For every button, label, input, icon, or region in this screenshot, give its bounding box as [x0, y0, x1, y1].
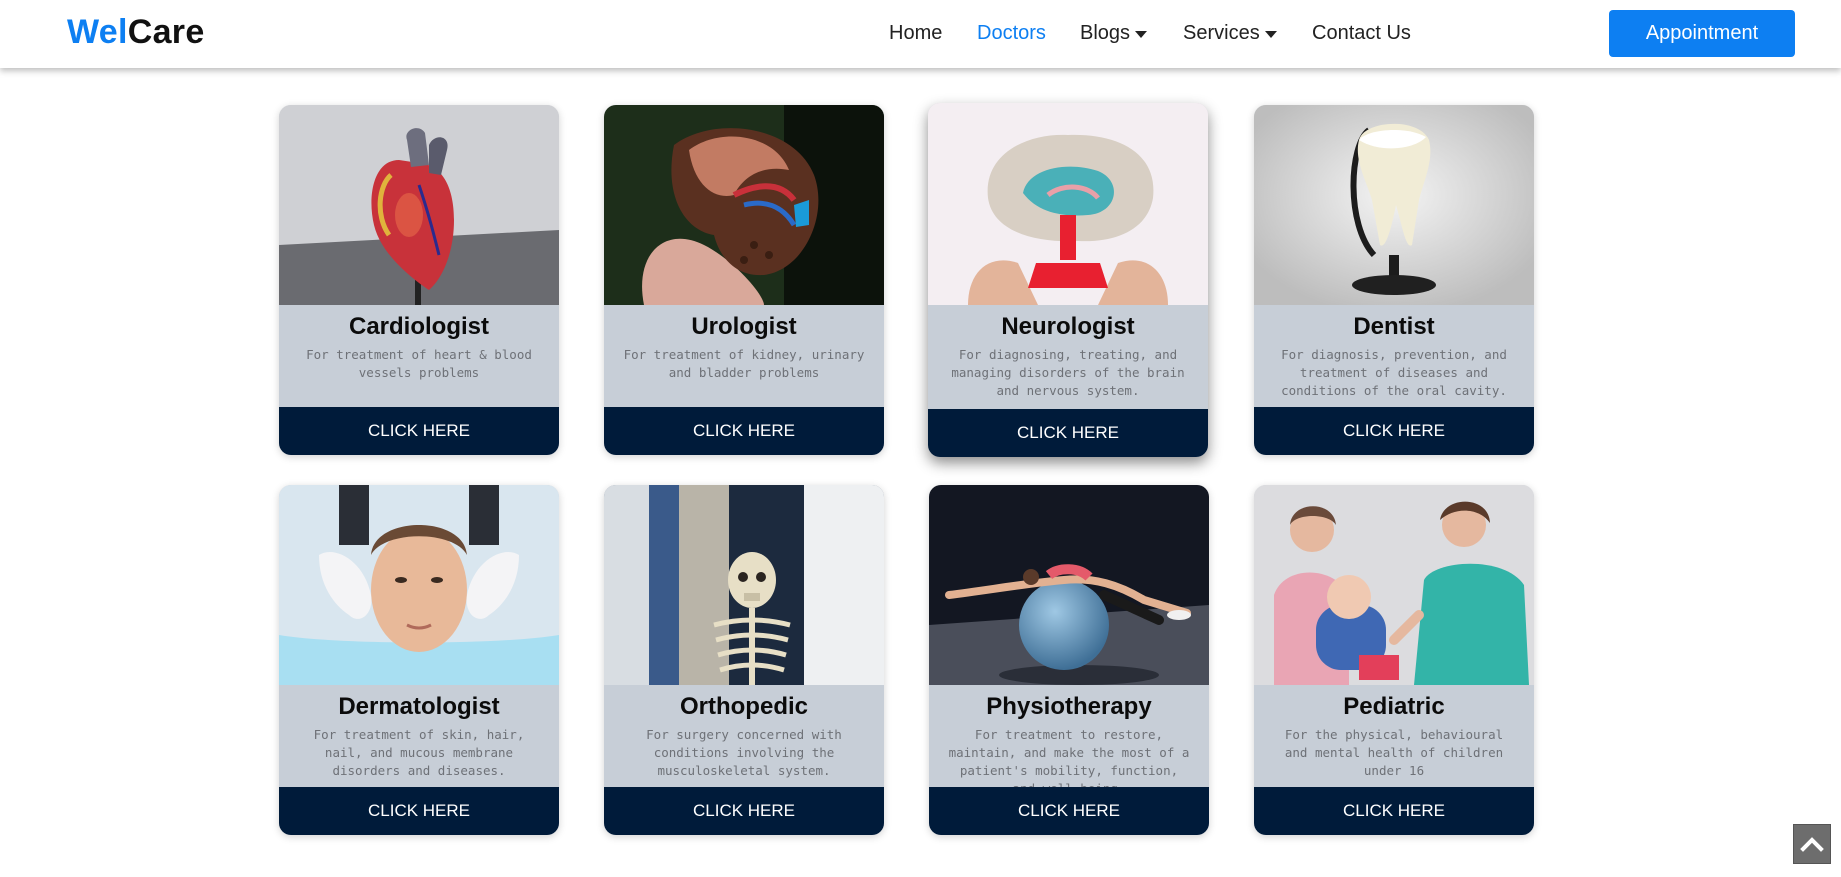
caret-down-icon: [1264, 31, 1277, 38]
brain-model-image: [928, 103, 1208, 305]
heart-model-image: [279, 105, 559, 305]
scroll-to-top-button[interactable]: [1793, 824, 1831, 864]
card-title: Cardiologist: [348, 313, 489, 340]
card-description: For treatment of skin, hair, nail, and m…: [313, 727, 525, 778]
exercise-ball-image: [929, 485, 1209, 685]
card-description: For treatment to restore, maintain, and …: [948, 727, 1190, 787]
card-click-here-button[interactable]: CLICK HERE: [1254, 407, 1534, 455]
brand-logo-part1: Wel: [67, 13, 128, 51]
card-title: Urologist: [691, 313, 797, 340]
nav-doctors[interactable]: Doctors: [977, 22, 1046, 45]
card-click-here-button[interactable]: CLICK HERE: [279, 787, 559, 835]
nav-services-label: Services: [1183, 22, 1260, 44]
card-description: For surgery concerned with conditions in…: [646, 727, 842, 778]
caret-down-icon: [1135, 31, 1148, 38]
nav-contact[interactable]: Contact Us: [1312, 22, 1411, 45]
doctor-card-dermatologist: Dermatologist For treatment of skin, hai…: [279, 485, 559, 835]
kidney-model-image: [604, 105, 884, 305]
card-title: Orthopedic: [679, 693, 808, 720]
card-title: Physiotherapy: [986, 693, 1152, 720]
nav-contact-label: Contact Us: [1312, 22, 1411, 44]
card-title: Neurologist: [1001, 313, 1135, 340]
child-checkup-image: [1254, 485, 1534, 685]
skeleton-image: [604, 485, 884, 685]
card-click-here-button[interactable]: CLICK HERE: [279, 407, 559, 455]
card-click-here-button[interactable]: CLICK HERE: [928, 409, 1208, 457]
doctor-card-cardiologist: Cardiologist For treatment of heart & bl…: [279, 105, 559, 455]
skin-care-image: [279, 485, 559, 685]
card-click-here-button[interactable]: CLICK HERE: [604, 407, 884, 455]
doctor-card-physiotherapy: Physiotherapy For treatment to restore, …: [929, 485, 1209, 835]
doctor-card-orthopedic: Orthopedic For surgery concerned with co…: [604, 485, 884, 835]
chevron-up-icon: [1800, 837, 1824, 852]
navbar: WelCare Home Doctors Blogs Services Cont…: [0, 0, 1841, 68]
card-description: For the physical, behavioural and mental…: [1284, 727, 1504, 778]
tooth-model-image: [1254, 105, 1534, 305]
doctor-card-pediatric: Pediatric For the physical, behavioural …: [1254, 485, 1534, 835]
card-click-here-button[interactable]: CLICK HERE: [604, 787, 884, 835]
card-title: Dermatologist: [338, 693, 500, 720]
brand-logo[interactable]: WelCare: [67, 13, 205, 52]
doctor-card-dentist: Dentist For diagnosis, prevention, and t…: [1254, 105, 1534, 455]
brand-logo-part2: Care: [127, 13, 205, 51]
card-click-here-button[interactable]: CLICK HERE: [929, 787, 1209, 835]
nav-doctors-label: Doctors: [977, 22, 1046, 44]
nav-blogs[interactable]: Blogs: [1080, 22, 1148, 45]
card-description: For treatment of kidney, urinary and bla…: [623, 347, 865, 380]
card-description: For treatment of heart & blood vessels p…: [306, 347, 532, 380]
nav-blogs-label: Blogs: [1080, 22, 1131, 44]
card-description: For diagnosing, treating, and managing d…: [951, 347, 1185, 398]
card-title: Dentist: [1353, 313, 1435, 340]
card-click-here-button[interactable]: CLICK HERE: [1254, 787, 1534, 835]
nav-home-label: Home: [889, 22, 943, 44]
nav-home[interactable]: Home: [889, 22, 942, 45]
appointment-button[interactable]: Appointment: [1609, 10, 1795, 57]
doctor-card-urologist: Urologist For treatment of kidney, urina…: [604, 105, 884, 455]
nav-services[interactable]: Services: [1183, 22, 1277, 45]
card-description: For diagnosis, prevention, and treatment…: [1281, 347, 1507, 398]
card-title: Pediatric: [1343, 693, 1445, 720]
doctor-card-neurologist: Neurologist For diagnosing, treating, an…: [928, 103, 1208, 457]
